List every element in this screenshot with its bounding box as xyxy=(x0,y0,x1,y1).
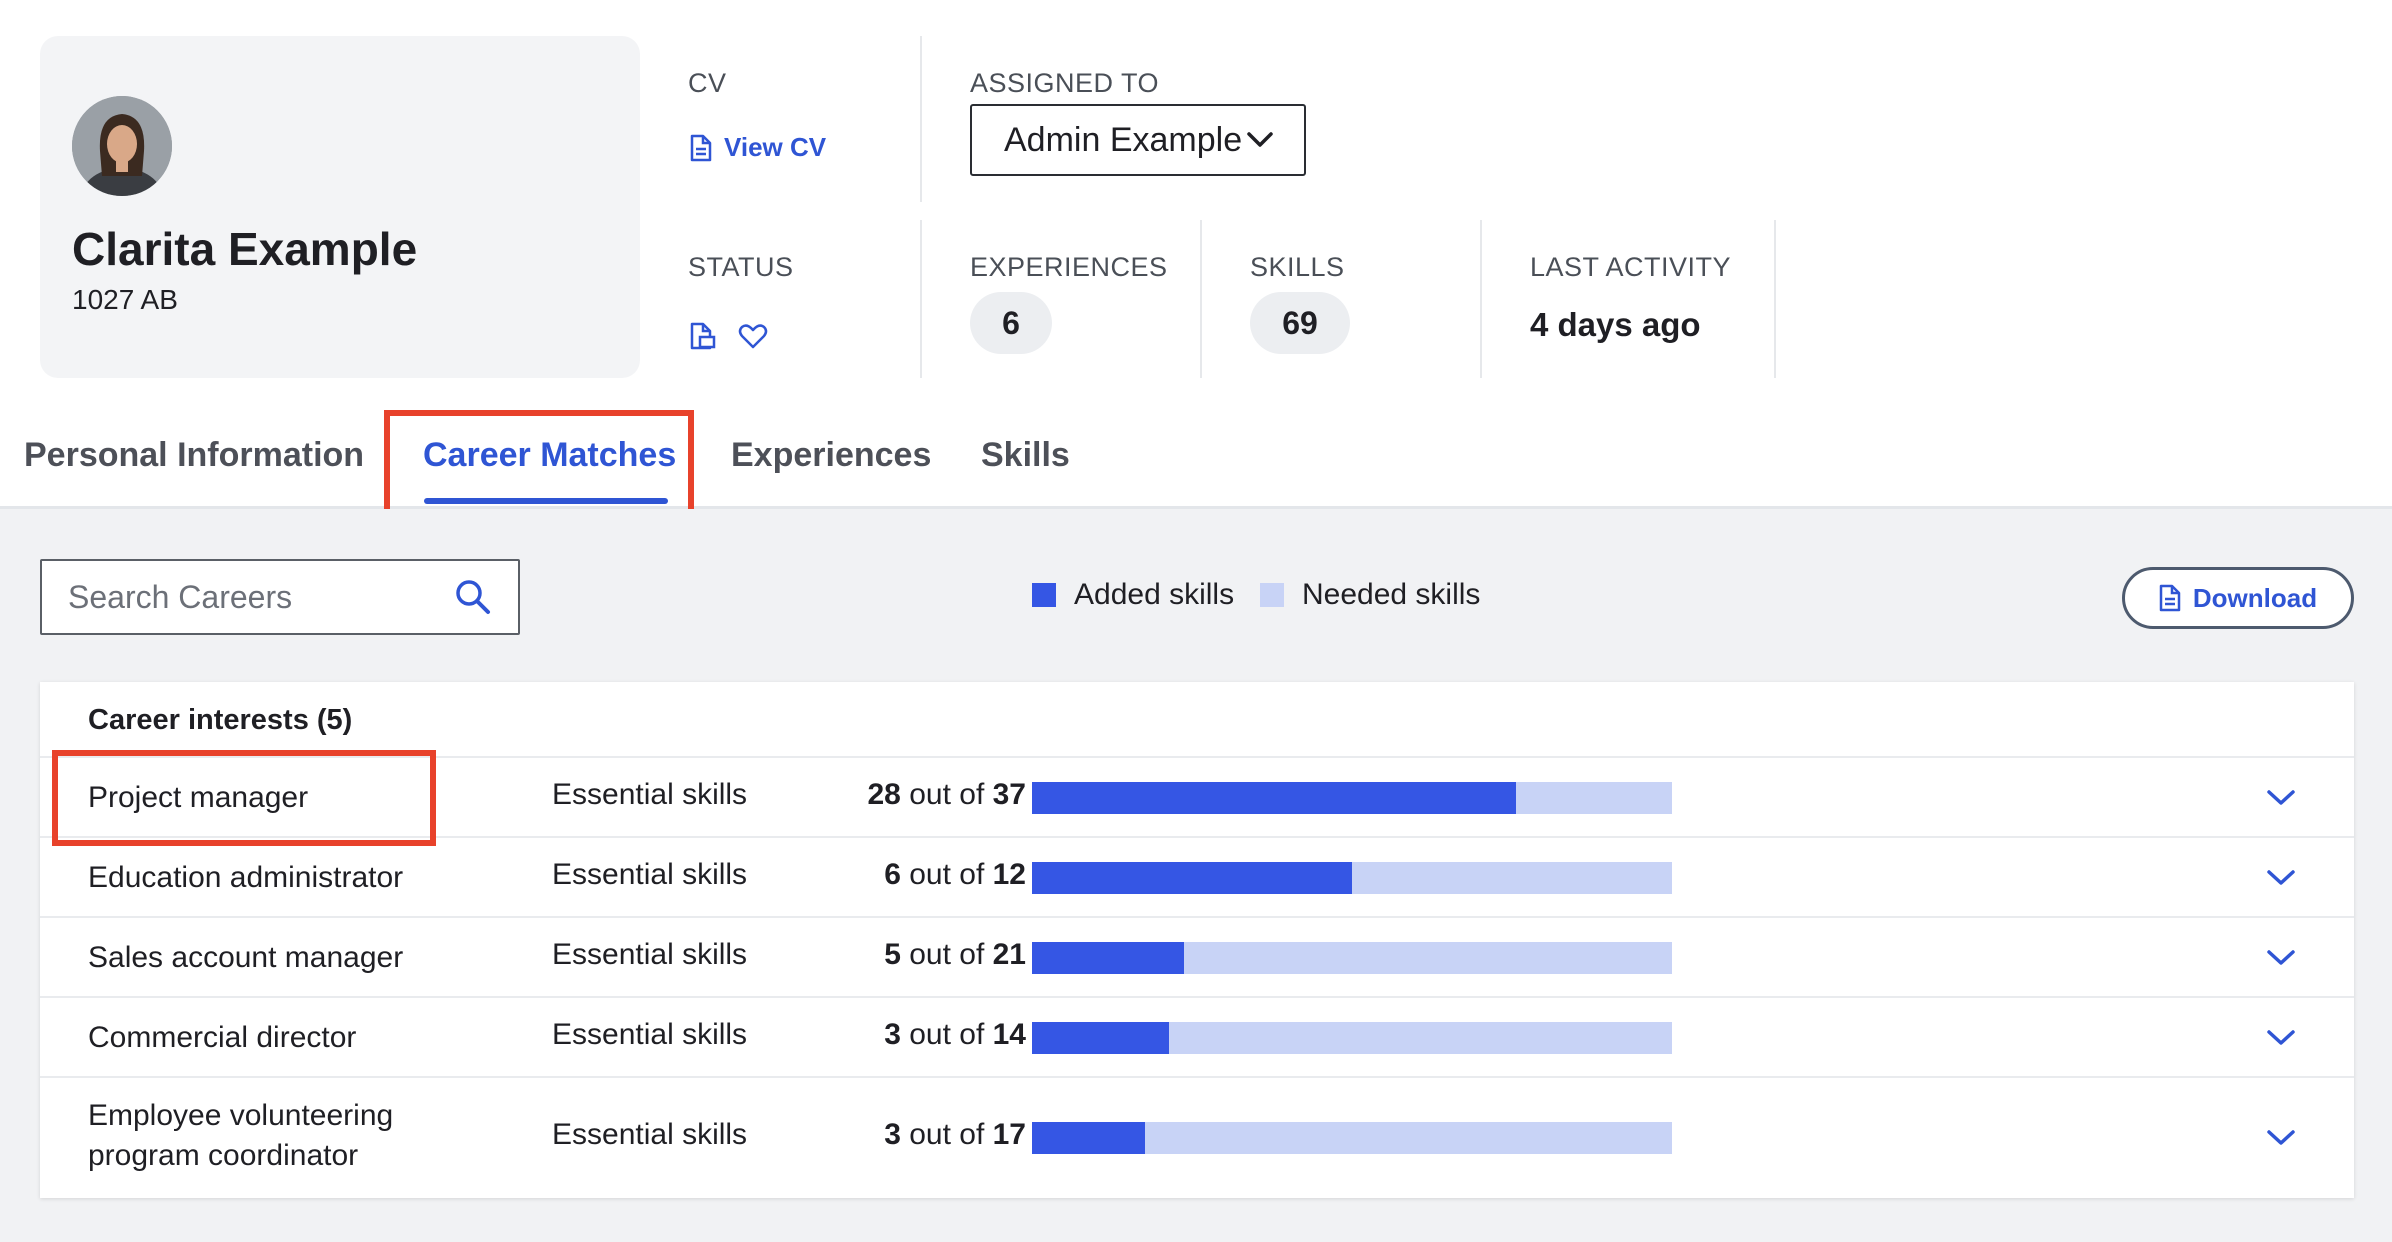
cv-label: CV xyxy=(688,68,727,98)
view-cv-label: View CV xyxy=(724,132,827,162)
career-row[interactable]: Commercial director Essential skills 3 o… xyxy=(40,996,2354,1078)
chevron-down-icon[interactable] xyxy=(2266,788,2296,808)
search-box[interactable] xyxy=(40,559,520,635)
divider xyxy=(920,220,922,378)
document-icon xyxy=(690,134,712,161)
out-of-text: out of xyxy=(909,778,985,811)
skills-progress-bar xyxy=(1032,862,1672,894)
skills-progress-bar xyxy=(1032,1022,1672,1054)
skills-count-text: 5 out of 21 xyxy=(884,938,1026,972)
added-count: 5 xyxy=(884,938,901,971)
view-cv-link[interactable]: View CV xyxy=(690,132,826,163)
heart-icon[interactable] xyxy=(738,322,768,350)
assigned-label: ASSIGNED TO xyxy=(970,68,1160,98)
chevron-down-icon[interactable] xyxy=(2266,868,2296,888)
career-name[interactable]: Education administrator xyxy=(88,858,403,898)
added-count: 6 xyxy=(884,858,901,891)
skills-progress-fill xyxy=(1032,942,1185,974)
skills-type: Essential skills xyxy=(552,1018,748,1051)
career-name[interactable]: Sales account manager xyxy=(88,938,403,978)
highlight-box-career xyxy=(52,750,436,846)
divider xyxy=(1200,220,1202,378)
skills-count-text: 6 out of 12 xyxy=(884,858,1026,892)
out-of-text: out of xyxy=(909,1018,985,1051)
last-activity-label: LAST ACTIVITY xyxy=(1530,252,1732,282)
skills-count-text: 3 out of 14 xyxy=(884,1018,1026,1052)
last-activity-value: 4 days ago xyxy=(1530,306,1701,343)
added-count: 28 xyxy=(867,778,901,811)
legend-needed-label: Needed skills xyxy=(1302,578,1481,611)
profile-card: Clarita Example 1027 AB xyxy=(40,36,640,378)
experiences-count: 6 xyxy=(970,292,1052,354)
divider xyxy=(1480,220,1482,378)
skills-progress-bar xyxy=(1032,1122,1672,1154)
legend-swatch-added xyxy=(1032,583,1056,607)
chevron-down-icon[interactable] xyxy=(2266,1028,2296,1048)
legend-added: Added skills xyxy=(1032,578,1234,612)
total-count: 14 xyxy=(992,1018,1026,1051)
added-count: 3 xyxy=(884,1018,901,1051)
divider xyxy=(1774,220,1776,378)
tab-experiences[interactable]: Experiences xyxy=(731,436,931,475)
avatar xyxy=(72,96,172,196)
experiences-label: EXPERIENCES xyxy=(970,252,1168,282)
out-of-text: out of xyxy=(909,858,985,891)
document-icon xyxy=(2159,584,2181,612)
added-count: 3 xyxy=(884,1118,901,1151)
download-label: Download xyxy=(2192,582,2318,613)
skills-type: Essential skills xyxy=(552,778,748,811)
career-name[interactable]: Commercial director xyxy=(88,1018,356,1058)
total-count: 12 xyxy=(992,858,1026,891)
download-button[interactable]: Download xyxy=(2122,567,2354,629)
skills-progress-fill xyxy=(1032,1122,1145,1154)
assigned-value: Admin Example xyxy=(1004,120,1243,159)
out-of-text: out of xyxy=(909,938,985,971)
career-row[interactable]: Education administrator Essential skills… xyxy=(40,836,2354,918)
legend-swatch-needed xyxy=(1260,583,1284,607)
tab-personal-information[interactable]: Personal Information xyxy=(24,436,364,475)
status-label: STATUS xyxy=(688,252,794,282)
tab-skills[interactable]: Skills xyxy=(981,436,1070,475)
legend-needed: Needed skills xyxy=(1260,578,1480,612)
skills-type: Essential skills xyxy=(552,938,748,971)
chevron-down-icon[interactable] xyxy=(2266,1128,2296,1148)
chevron-down-icon[interactable] xyxy=(2266,948,2296,968)
total-count: 17 xyxy=(992,1118,1026,1151)
chevron-down-icon xyxy=(1247,132,1273,147)
career-name[interactable]: Employee volunteering program coordinato… xyxy=(88,1096,448,1176)
status-icons xyxy=(690,322,768,350)
skills-type: Essential skills xyxy=(552,1118,748,1151)
skills-count: 69 xyxy=(1250,292,1350,354)
career-row[interactable]: Employee volunteering program coordinato… xyxy=(40,1076,2354,1198)
total-count: 37 xyxy=(992,778,1026,811)
divider xyxy=(920,36,922,202)
skills-progress-fill xyxy=(1032,862,1352,894)
search-icon[interactable] xyxy=(454,578,492,616)
total-count: 21 xyxy=(992,938,1026,971)
search-input[interactable] xyxy=(66,577,430,617)
candidate-name: Clarita Example xyxy=(72,223,418,275)
skills-progress-bar xyxy=(1032,942,1672,974)
skills-type: Essential skills xyxy=(552,858,748,891)
assigned-to-select[interactable]: Admin Example xyxy=(970,104,1306,176)
out-of-text: out of xyxy=(909,1118,985,1151)
career-row[interactable]: Sales account manager Essential skills 5… xyxy=(40,916,2354,998)
skills-count-text: 3 out of 17 xyxy=(884,1118,1026,1152)
skills-progress-fill xyxy=(1032,782,1517,814)
career-interests-title: Career interests (5) xyxy=(88,704,353,736)
document-status-icon[interactable] xyxy=(690,322,716,350)
skills-progress-fill xyxy=(1032,1022,1169,1054)
candidate-postcode: 1027 AB xyxy=(72,284,178,315)
legend-added-label: Added skills xyxy=(1074,578,1235,611)
skills-progress-bar xyxy=(1032,782,1672,814)
skills-label: SKILLS xyxy=(1250,252,1345,282)
skills-count-text: 28 out of 37 xyxy=(868,778,1027,812)
